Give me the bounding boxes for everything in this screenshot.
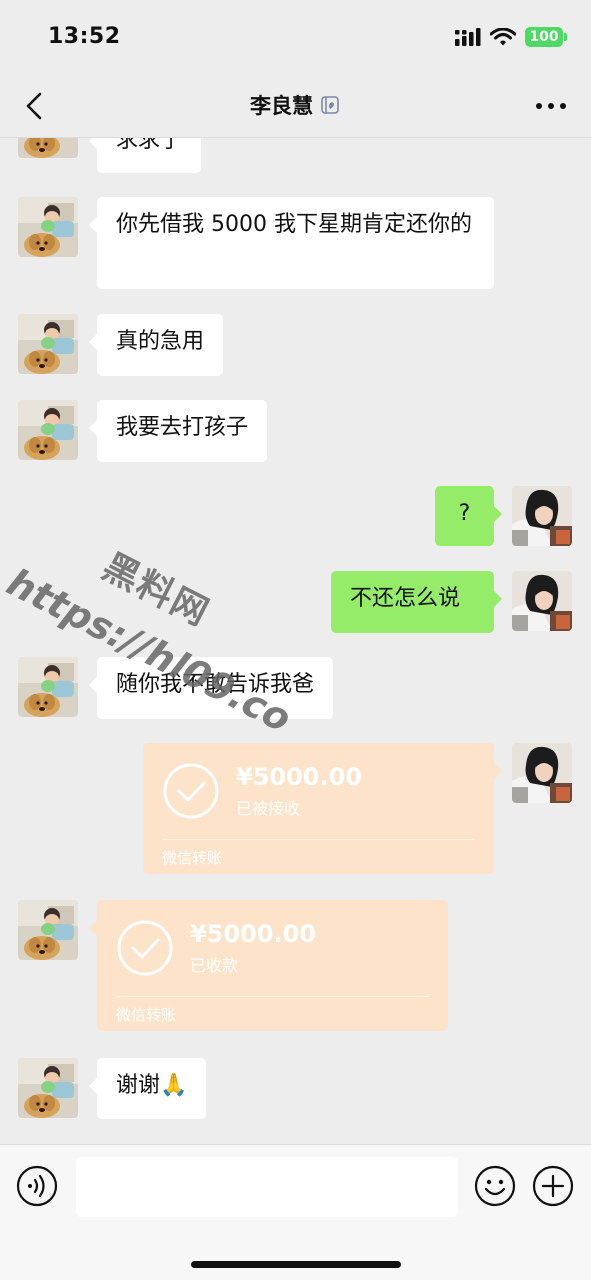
transfer-status: 已被接收 [236, 799, 301, 818]
transfer-card-received[interactable]: ¥5000.00 已收款 微信转账 [89, 900, 448, 1031]
check-circle-icon [116, 919, 174, 977]
transfer-amount: ¥5000.00 [236, 763, 363, 791]
emoji-icon[interactable] [474, 1165, 516, 1207]
voice-icon[interactable] [16, 1165, 58, 1207]
status-time: 13:52 [48, 24, 121, 49]
my-avatar[interactable] [512, 571, 572, 631]
message-bubble[interactable]: 你先借我 5000 我下星期肯定还你的 [89, 197, 494, 289]
chat-title: 李良慧 [0, 90, 591, 120]
signal-icon [455, 28, 481, 46]
chat-messages[interactable]: 求求了 你先借我 5000 我下星期肯定还你的 真的急用 我要去打孩子 ? 不还… [0, 138, 591, 1144]
transfer-divider [162, 839, 475, 840]
message-bubble-sent[interactable]: 不还怎么说 [331, 571, 502, 633]
contact-avatar[interactable] [18, 197, 78, 257]
contact-avatar[interactable] [18, 1058, 78, 1118]
battery-icon: 100 [525, 27, 567, 47]
message-bubble[interactable]: 我要去打孩子 [88, 400, 268, 462]
contact-avatar[interactable] [18, 314, 78, 374]
chat-header: 李良慧 [0, 76, 591, 138]
message-bubble[interactable]: 谢谢🙏 [88, 1058, 207, 1119]
contact-avatar[interactable] [18, 657, 78, 717]
my-avatar[interactable] [512, 486, 572, 546]
contact-avatar[interactable] [18, 900, 78, 960]
contact-avatar[interactable] [18, 400, 78, 460]
message-bubble[interactable]: 求求了 [88, 138, 202, 173]
transfer-label: 微信转账 [116, 1006, 177, 1024]
input-bar [0, 1144, 591, 1280]
message-bubble-sent[interactable]: ? [435, 486, 502, 546]
transfer-status: 已收款 [190, 956, 239, 975]
transfer-label: 微信转账 [162, 849, 223, 867]
status-bar: 13:52 100 [0, 0, 591, 76]
transfer-card-sent[interactable]: ¥5000.00 已被接收 微信转账 [143, 743, 502, 874]
contact-name: 李良慧 [250, 94, 313, 118]
transfer-amount: ¥5000.00 [190, 920, 317, 948]
status-icons: 100 [455, 27, 567, 47]
message-bubble[interactable]: 真的急用 [88, 314, 224, 376]
message-input[interactable] [76, 1157, 458, 1217]
transfer-divider [116, 996, 429, 997]
home-indicator[interactable] [191, 1261, 401, 1268]
my-avatar[interactable] [512, 743, 572, 803]
wifi-icon [490, 28, 516, 46]
contact-avatar[interactable] [18, 138, 78, 158]
check-circle-icon [162, 762, 220, 820]
plus-icon[interactable] [532, 1165, 574, 1207]
message-bubble[interactable]: 随你我不敢告诉我爸 [88, 657, 334, 719]
wechat-work-icon [321, 96, 339, 114]
more-dots-icon[interactable] [535, 98, 567, 114]
